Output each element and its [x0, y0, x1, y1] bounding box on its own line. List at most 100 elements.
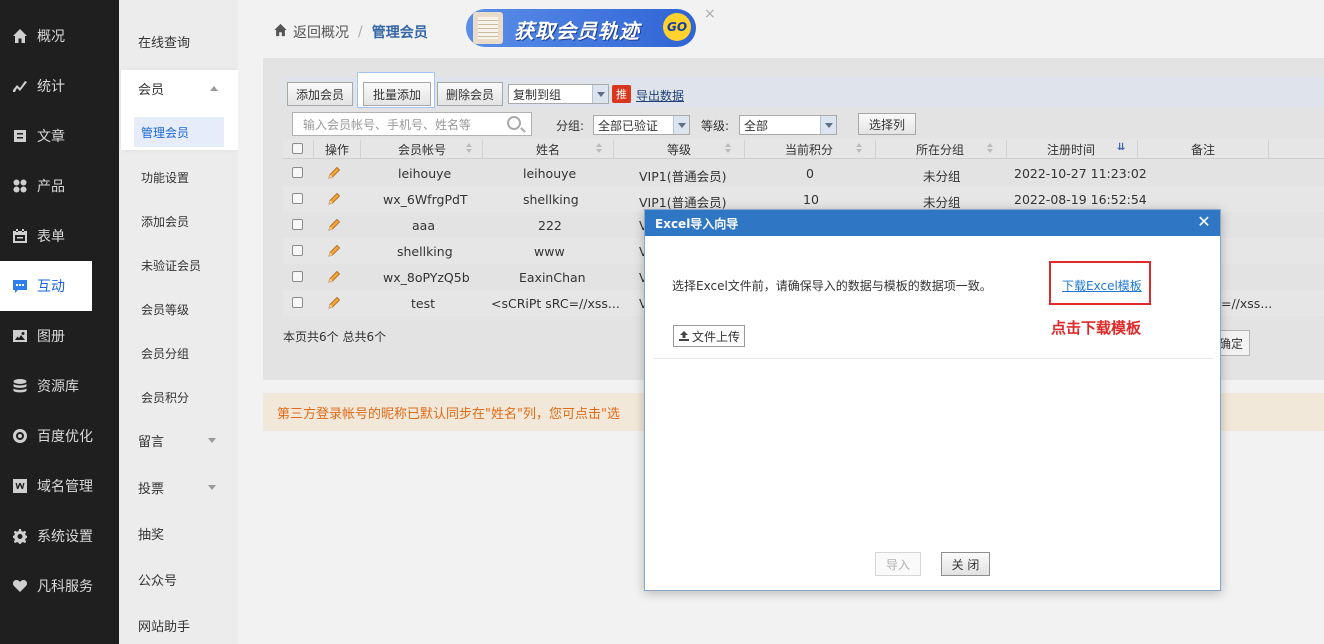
edit-icon[interactable] — [327, 296, 341, 310]
back-overview-link[interactable]: 返回概况 — [293, 22, 349, 42]
submenu-member-level[interactable]: 会员等级 — [119, 292, 238, 326]
submenu-member-points[interactable]: 会员积分 — [119, 380, 238, 414]
batch-add-button[interactable]: 批量添加 — [363, 82, 431, 106]
close-button[interactable]: 关 闭 — [941, 552, 990, 576]
nav-label: 概况 — [37, 29, 65, 45]
submenu-official-account[interactable]: 公众号 — [119, 562, 238, 596]
banner-close-icon[interactable]: × — [704, 6, 716, 22]
submenu-function-settings[interactable]: 功能设置 — [119, 160, 238, 194]
dialog-divider — [653, 358, 1214, 359]
row-checkbox[interactable] — [292, 167, 303, 178]
search-icon[interactable] — [507, 116, 521, 130]
import-button[interactable]: 导入 — [875, 552, 921, 576]
column-divider — [313, 140, 314, 158]
chart-icon — [12, 78, 28, 94]
column-divider — [482, 140, 483, 158]
copy-to-group-select[interactable]: 复制到组 — [508, 84, 609, 104]
edit-icon[interactable] — [327, 192, 341, 206]
export-data-link[interactable]: 导出数据 — [636, 87, 684, 104]
excel-import-dialog: Excel导入向导 ✕ 选择Excel文件前，请确保导入的数据与模板的数据项一致… — [644, 209, 1221, 591]
nav-label: 产品 — [37, 179, 65, 195]
nav-item-service[interactable]: 凡科服务 — [0, 561, 119, 611]
dialog-message: 选择Excel文件前，请确保导入的数据与模板的数据项一致。 — [672, 279, 992, 293]
submenu-vote-label: 投票 — [138, 481, 165, 497]
sort-icon[interactable] — [987, 143, 993, 153]
cell-account: aaa — [412, 218, 435, 233]
nav-item-overview[interactable]: 概况 — [0, 11, 119, 61]
submenu-unverified-member[interactable]: 未验证会员 — [119, 248, 238, 282]
nav-item-resources[interactable]: 资源库 — [0, 361, 119, 411]
go-button[interactable]: GO — [663, 13, 691, 41]
heart-icon — [12, 578, 28, 594]
edit-icon[interactable] — [327, 166, 341, 180]
submenu-manage-member[interactable]: 管理会员 — [134, 117, 224, 147]
main-nav: 概况 统计 文章 产品 表单 互动 图册 资源库 百度优化 域名管理 系统设置 — [0, 0, 119, 644]
search-input[interactable]: 输入会员帐号、手机号、姓名等 — [292, 112, 532, 136]
nav-label: 表单 — [37, 229, 65, 245]
close-icon[interactable]: ✕ — [1196, 214, 1212, 230]
nav-label: 图册 — [37, 329, 65, 345]
sort-icon[interactable] — [596, 143, 602, 153]
submenu-add-member[interactable]: 添加会员 — [119, 204, 238, 238]
download-template-link[interactable]: 下载Excel模板 — [1062, 277, 1142, 294]
nav-label: 域名管理 — [37, 479, 93, 495]
row-checkbox[interactable] — [292, 245, 303, 256]
cell-points: 0 — [806, 166, 814, 181]
th-points[interactable]: 当前积分 — [785, 141, 833, 158]
nav-item-album[interactable]: 图册 — [0, 311, 119, 361]
submenu-member[interactable]: 会员 — [138, 79, 164, 98]
nav-item-domain[interactable]: 域名管理 — [0, 461, 119, 511]
nav-item-article[interactable]: 文章 — [0, 111, 119, 161]
column-divider — [1137, 140, 1138, 158]
chat-icon — [12, 278, 28, 294]
sort-icon[interactable] — [466, 143, 472, 153]
sort-icon[interactable] — [725, 143, 731, 153]
cell-reg-time: 2022-10-27 11:23:02 — [1014, 166, 1147, 181]
th-name[interactable]: 姓名 — [536, 141, 560, 158]
edit-icon[interactable] — [327, 218, 341, 232]
w-icon — [12, 478, 28, 494]
cell-account: test — [411, 296, 436, 311]
row-checkbox[interactable] — [292, 271, 303, 282]
row-checkbox[interactable] — [292, 219, 303, 230]
nav-item-stats[interactable]: 统计 — [0, 61, 119, 111]
select-columns-button[interactable]: 选择列 — [858, 113, 916, 135]
column-divider — [1006, 140, 1007, 158]
sort-desc-icon[interactable]: ⇊ — [1117, 142, 1125, 153]
add-member-button[interactable]: 添加会员 — [287, 82, 353, 106]
delete-member-button[interactable]: 删除会员 — [437, 82, 503, 106]
submenu-member-group[interactable]: 会员分组 — [119, 336, 238, 370]
level-select[interactable]: 全部 — [739, 115, 837, 135]
th-remark: 备注 — [1191, 143, 1216, 157]
submenu-vote[interactable]: 投票 — [119, 470, 238, 504]
select-all-checkbox[interactable] — [292, 143, 303, 154]
submenu-online-query[interactable]: 在线查询 — [119, 24, 238, 58]
nav-item-product[interactable]: 产品 — [0, 161, 119, 211]
nav-item-form[interactable]: 表单 — [0, 211, 119, 261]
cell-level: VIP1(普通会员) — [639, 169, 727, 184]
th-group[interactable]: 所在分组 — [916, 141, 964, 158]
sort-icon[interactable] — [856, 143, 862, 153]
group-select[interactable]: 全部已验证 — [593, 115, 690, 135]
file-upload-button[interactable]: 文件上传 — [673, 325, 745, 347]
nav-item-baidu-seo[interactable]: 百度优化 — [0, 411, 119, 461]
breadcrumb-separator: / — [358, 24, 363, 40]
submenu-lottery[interactable]: 抽奖 — [119, 516, 238, 550]
column-divider — [1268, 140, 1269, 158]
nav-item-interaction[interactable]: 互动 — [0, 261, 92, 311]
th-reg-time[interactable]: 注册时间 — [1047, 141, 1095, 158]
row-checkbox[interactable] — [292, 193, 303, 204]
cell-account: wx_8oPYzQ5b — [383, 270, 470, 285]
submenu-message[interactable]: 留言 — [119, 423, 238, 457]
member-track-banner[interactable]: 获取会员轨迹 GO — [466, 9, 696, 47]
submenu-site-assistant[interactable]: 网站助手 — [119, 608, 238, 642]
edit-icon[interactable] — [327, 244, 341, 258]
nav-item-settings[interactable]: 系统设置 — [0, 511, 119, 561]
download-hint: 点击下载模板 — [1051, 319, 1142, 337]
cell-name: EaxinChan — [519, 270, 586, 285]
th-level[interactable]: 等级 — [667, 141, 691, 158]
row-checkbox[interactable] — [292, 297, 303, 308]
th-account[interactable]: 会员帐号 — [398, 141, 446, 158]
edit-icon[interactable] — [327, 270, 341, 284]
database-icon — [12, 378, 28, 394]
